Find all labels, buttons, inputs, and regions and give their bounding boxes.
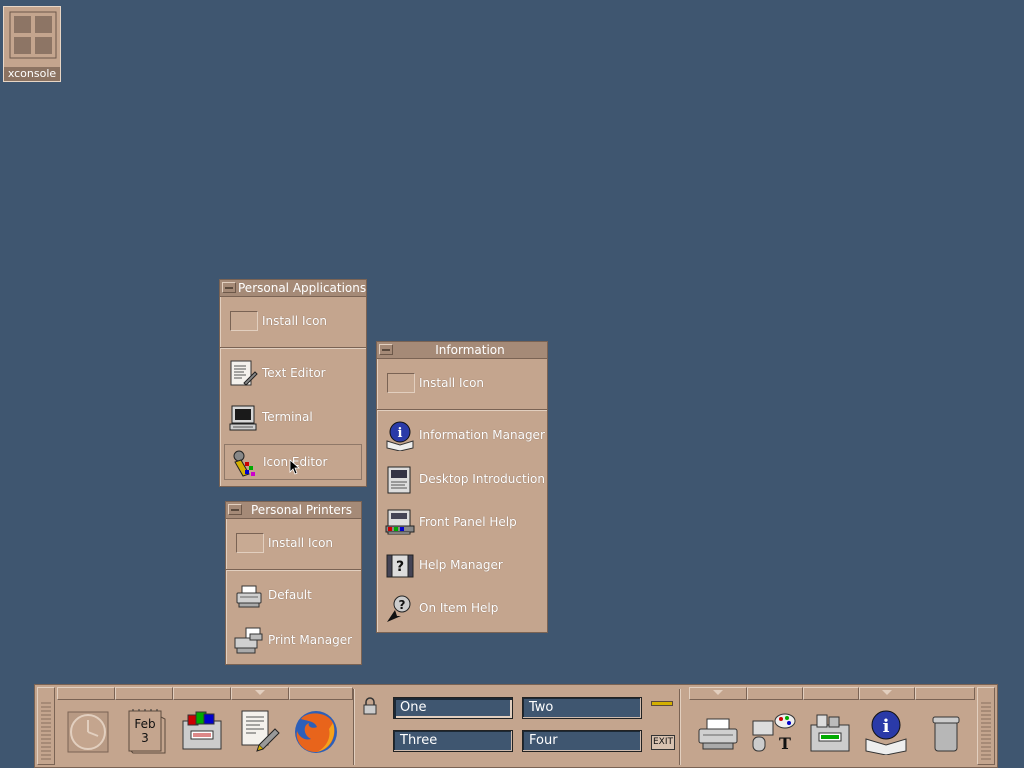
svg-text:T: T xyxy=(779,734,791,753)
item-label: Information Manager xyxy=(419,428,545,442)
svg-text:i: i xyxy=(398,426,403,441)
on-item-help-icon: ? xyxy=(387,595,411,622)
install-icon-item[interactable]: Install Icon xyxy=(230,526,357,562)
item-label: Default xyxy=(268,588,312,602)
terminal-icon xyxy=(229,405,257,431)
workspace-button-four[interactable]: Four xyxy=(522,730,642,752)
calendar-subpanel-arrow[interactable] xyxy=(115,687,173,700)
default-printer-item[interactable]: Default xyxy=(230,578,357,614)
trash-icon[interactable] xyxy=(925,709,971,755)
console-window-icon xyxy=(9,11,57,59)
info-book-icon[interactable]: i xyxy=(863,709,909,755)
calendar-day: 3 xyxy=(141,731,149,745)
personal-apps-subpanel-arrow[interactable] xyxy=(231,687,289,700)
subpanel-titlebar: Personal Applications xyxy=(220,280,366,297)
subpanel-titlebar: Information xyxy=(377,342,547,359)
svg-text:?: ? xyxy=(399,598,406,612)
workspace-button-three[interactable]: Three xyxy=(393,730,513,752)
file-manager-icon[interactable] xyxy=(179,709,225,755)
install-drop-icon xyxy=(387,373,415,393)
install-drop-icon xyxy=(230,311,258,331)
subpanel-title: Personal Printers xyxy=(251,503,352,517)
apps-subpanel-arrow[interactable] xyxy=(803,687,859,700)
item-label: Help Manager xyxy=(419,558,503,572)
item-label: Terminal xyxy=(262,410,313,424)
style-subpanel-arrow[interactable] xyxy=(747,687,803,700)
style-manager-icon[interactable]: T xyxy=(751,709,797,755)
text-editor-icon xyxy=(230,360,258,386)
mouse-pointer-icon xyxy=(289,459,301,475)
install-icon-item[interactable]: Install Icon xyxy=(381,366,543,402)
printers-subpanel-arrow[interactable] xyxy=(689,687,747,700)
app-manager-icon[interactable] xyxy=(807,709,853,755)
item-label: Front Panel Help xyxy=(419,515,517,529)
panel-divider xyxy=(353,689,355,765)
info-book-icon: i xyxy=(386,421,414,451)
panel-move-handle-left[interactable] xyxy=(37,687,55,765)
print-manager-icon xyxy=(234,627,263,654)
separator xyxy=(226,569,361,571)
trash-subpanel-arrow[interactable] xyxy=(915,687,975,700)
printer-icon xyxy=(236,585,262,608)
exit-button[interactable]: EXIT xyxy=(651,735,675,750)
help-manager-icon: ? xyxy=(386,554,414,578)
subpanel-title: Personal Applications xyxy=(238,281,367,295)
lock-icon[interactable] xyxy=(363,697,377,715)
personal-printers-subpanel: Personal Printers Install Icon Default P… xyxy=(225,501,362,665)
item-label: Install Icon xyxy=(268,536,334,550)
subpanel-titlebar: Personal Printers xyxy=(226,502,361,519)
calendar-month: Feb xyxy=(134,717,156,731)
text-editor-icon[interactable] xyxy=(237,709,283,755)
terminal-item[interactable]: Terminal xyxy=(224,400,362,436)
item-label: Print Manager xyxy=(268,633,353,647)
install-drop-icon xyxy=(236,533,264,553)
front-panel-help-icon xyxy=(385,509,415,535)
separator xyxy=(220,347,366,349)
minimize-subpanel-button[interactable] xyxy=(222,282,236,293)
calendar-icon[interactable]: Feb 3 xyxy=(125,709,171,755)
xconsole-desktop-icon[interactable]: xconsole xyxy=(3,6,61,82)
firefox-icon[interactable] xyxy=(293,709,339,755)
workspace-button-two[interactable]: Two xyxy=(522,697,642,719)
item-label: Install Icon xyxy=(262,314,328,328)
icon-editor-item[interactable]: Icon Editor xyxy=(224,444,362,480)
on-item-help-item[interactable]: ? On Item Help xyxy=(381,591,543,627)
front-panel: Feb 3 One Two Three Four EXIT T i xyxy=(34,684,998,768)
item-label: Install Icon xyxy=(419,376,485,390)
install-icon-item[interactable]: Install Icon xyxy=(224,304,362,340)
svg-text:i: i xyxy=(883,716,890,737)
panel-divider xyxy=(679,689,681,765)
busy-light-icon xyxy=(651,701,673,706)
front-panel-help-item[interactable]: Front Panel Help xyxy=(381,505,543,541)
desktop-introduction-item[interactable]: Desktop Introduction xyxy=(381,462,545,498)
information-subpanel: Information Install Icon i Information M… xyxy=(376,341,548,633)
item-label: On Item Help xyxy=(419,601,499,615)
panel-move-handle-right[interactable] xyxy=(977,687,995,765)
minimize-subpanel-button[interactable] xyxy=(228,504,242,515)
item-label: Text Editor xyxy=(262,366,326,380)
help-subpanel-arrow[interactable] xyxy=(859,687,915,700)
files-subpanel-arrow[interactable] xyxy=(173,687,231,700)
personal-applications-subpanel: Personal Applications Install Icon Text … xyxy=(219,279,367,487)
workspace-button-one[interactable]: One xyxy=(393,697,513,719)
item-label: Desktop Introduction xyxy=(419,472,545,486)
clock-icon[interactable] xyxy=(65,709,111,755)
print-manager-item[interactable]: Print Manager xyxy=(230,623,357,659)
separator xyxy=(377,409,547,411)
printer-icon[interactable] xyxy=(695,709,741,755)
subpanel-title: Information xyxy=(435,343,505,357)
help-manager-item[interactable]: ? Help Manager xyxy=(381,548,543,584)
svg-text:?: ? xyxy=(396,559,404,575)
text-editor-item[interactable]: Text Editor xyxy=(224,356,362,392)
information-manager-item[interactable]: i Information Manager xyxy=(381,418,545,454)
icon-editor-icon xyxy=(233,450,255,477)
clock-subpanel-arrow[interactable] xyxy=(57,687,115,700)
desktop-intro-icon xyxy=(387,466,411,494)
xconsole-label: xconsole xyxy=(4,67,60,81)
minimize-subpanel-button[interactable] xyxy=(379,344,393,355)
browser-subpanel-arrow[interactable] xyxy=(289,687,353,700)
